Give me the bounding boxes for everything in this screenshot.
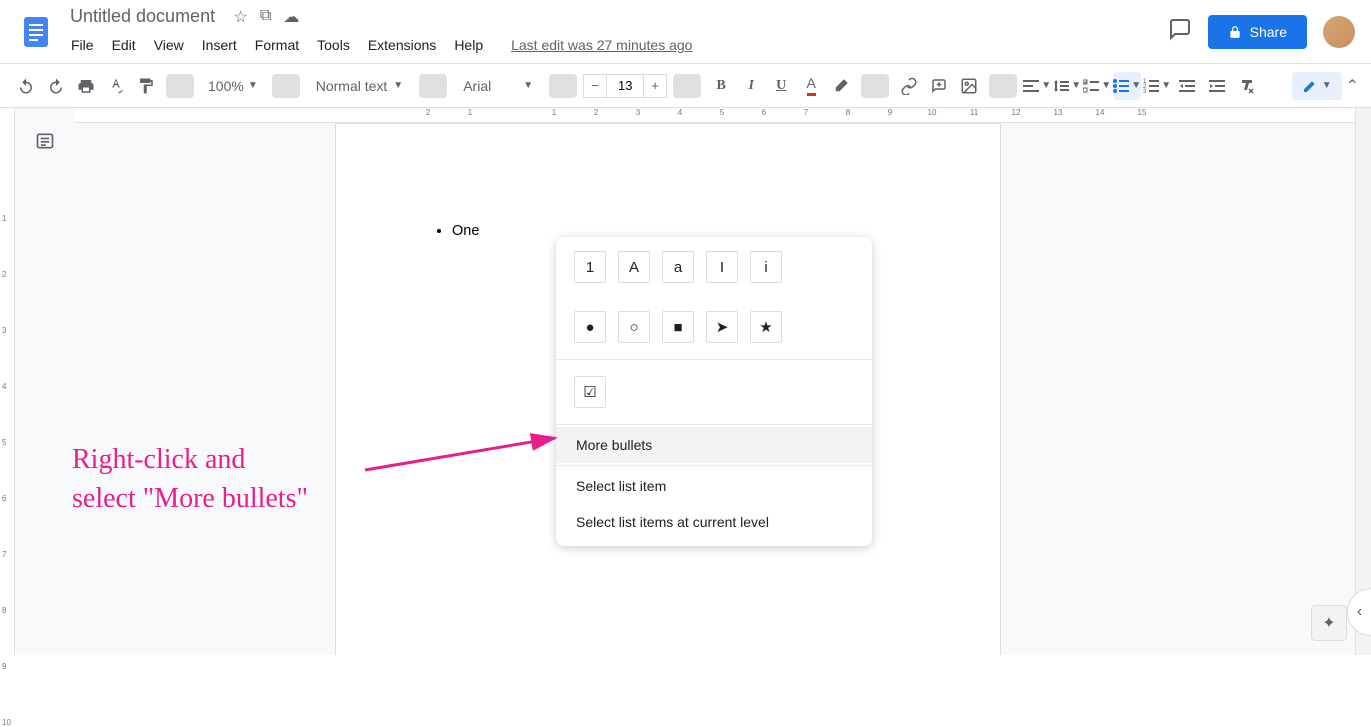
svg-text:3: 3 bbox=[1143, 89, 1147, 94]
bold-button[interactable]: B bbox=[707, 72, 735, 100]
collapse-toolbar-button[interactable]: ⌃ bbox=[1346, 76, 1359, 96]
checklist-button[interactable]: ▼ bbox=[1083, 72, 1111, 100]
undo-button[interactable] bbox=[12, 72, 40, 100]
star-icon[interactable]: ☆ bbox=[234, 7, 248, 27]
font-size-input[interactable] bbox=[607, 74, 643, 98]
menu-insert[interactable]: Insert bbox=[195, 33, 244, 57]
number-opt-i[interactable]: i bbox=[750, 251, 782, 283]
paragraph-style-select[interactable]: Normal text▼ bbox=[306, 72, 413, 100]
share-label: Share bbox=[1250, 24, 1287, 40]
header: Untitled document ☆ ⧉ ☁ File Edit View I… bbox=[0, 0, 1371, 64]
vertical-ruler: 12345678910 bbox=[0, 108, 15, 655]
explore-button[interactable]: ✦ bbox=[1311, 605, 1347, 641]
separator bbox=[556, 465, 872, 466]
separator bbox=[272, 74, 300, 98]
select-list-item[interactable]: Select list item bbox=[556, 468, 872, 504]
italic-button[interactable]: I bbox=[737, 72, 765, 100]
bullet-opt-square[interactable]: ■ bbox=[662, 311, 694, 343]
header-right: Share bbox=[1168, 15, 1355, 49]
insert-link-button[interactable] bbox=[895, 72, 923, 100]
menu-edit[interactable]: Edit bbox=[105, 33, 143, 57]
last-edit-link[interactable]: Last edit was 27 minutes ago bbox=[504, 33, 699, 57]
increase-indent-button[interactable] bbox=[1203, 72, 1231, 100]
cloud-status-icon[interactable]: ☁ bbox=[283, 7, 299, 27]
scrollbar[interactable] bbox=[1355, 108, 1371, 655]
menu-view[interactable]: View bbox=[147, 33, 191, 57]
redo-button[interactable] bbox=[42, 72, 70, 100]
font-family-select[interactable]: Arial▼ bbox=[453, 72, 543, 100]
bullet-style-row: ● ○ ■ ➤ ★ bbox=[556, 297, 872, 357]
bullet-context-menu: 1 A a I i ● ○ ■ ➤ ★ ☑ More bullets Selec… bbox=[556, 237, 872, 546]
number-opt-I[interactable]: I bbox=[706, 251, 738, 283]
font-size-increase[interactable]: + bbox=[643, 74, 667, 98]
avatar[interactable] bbox=[1323, 16, 1355, 48]
separator bbox=[556, 359, 872, 360]
left-gutter bbox=[15, 108, 75, 655]
add-comment-button[interactable] bbox=[925, 72, 953, 100]
clear-formatting-button[interactable] bbox=[1233, 72, 1261, 100]
separator bbox=[166, 74, 194, 98]
separator bbox=[549, 74, 577, 98]
share-button[interactable]: Share bbox=[1208, 15, 1307, 49]
separator bbox=[673, 74, 701, 98]
toolbar: 100%▼ Normal text▼ Arial▼ − + B I U A ▼ … bbox=[0, 64, 1371, 108]
docs-logo[interactable] bbox=[16, 12, 56, 52]
annotation-arrow-icon bbox=[355, 400, 575, 480]
bulleted-list-button[interactable]: ▼ bbox=[1113, 72, 1141, 100]
text-color-button[interactable]: A bbox=[797, 72, 825, 100]
horizontal-ruler: 21123456789101112131415 bbox=[75, 108, 1355, 123]
numbered-list-button[interactable]: 123▼ bbox=[1143, 72, 1171, 100]
decrease-indent-button[interactable] bbox=[1173, 72, 1201, 100]
outline-toggle-icon[interactable] bbox=[30, 126, 60, 156]
zoom-select[interactable]: 100%▼ bbox=[200, 72, 266, 100]
insert-image-button[interactable] bbox=[955, 72, 983, 100]
select-items-at-level[interactable]: Select list items at current level bbox=[556, 504, 872, 540]
menu-format[interactable]: Format bbox=[248, 33, 306, 57]
more-bullets-item[interactable]: More bullets bbox=[556, 427, 872, 463]
separator bbox=[989, 74, 1017, 98]
bullet-opt-disc[interactable]: ● bbox=[574, 311, 606, 343]
align-button[interactable]: ▼ bbox=[1023, 72, 1051, 100]
bullet-opt-circle[interactable]: ○ bbox=[618, 311, 650, 343]
print-button[interactable] bbox=[72, 72, 100, 100]
menu-tools[interactable]: Tools bbox=[310, 33, 357, 57]
separator bbox=[556, 424, 872, 425]
underline-button[interactable]: U bbox=[767, 72, 795, 100]
number-opt-A[interactable]: A bbox=[618, 251, 650, 283]
title-area: Untitled document ☆ ⧉ ☁ File Edit View I… bbox=[64, 6, 699, 58]
separator bbox=[419, 74, 447, 98]
separator bbox=[861, 74, 889, 98]
highlight-color-button[interactable] bbox=[827, 72, 855, 100]
menu-file[interactable]: File bbox=[64, 33, 101, 57]
number-opt-a[interactable]: a bbox=[662, 251, 694, 283]
bullet-opt-star[interactable]: ★ bbox=[750, 311, 782, 343]
bullet-opt-checkbox[interactable]: ☑ bbox=[574, 376, 606, 408]
menu-help[interactable]: Help bbox=[447, 33, 490, 57]
menu-bar: File Edit View Insert Format Tools Exten… bbox=[64, 33, 699, 57]
document-title[interactable]: Untitled document bbox=[64, 4, 221, 28]
number-opt-1[interactable]: 1 bbox=[574, 251, 606, 283]
number-style-row: 1 A a I i bbox=[556, 237, 872, 297]
bullet-opt-arrow[interactable]: ➤ bbox=[706, 311, 738, 343]
annotation-text: Right-click and select "More bullets" bbox=[72, 440, 308, 518]
checkbox-row: ☑ bbox=[556, 362, 872, 422]
line-spacing-button[interactable]: ▼ bbox=[1053, 72, 1081, 100]
editing-mode-button[interactable]: ▼ bbox=[1292, 72, 1342, 100]
paint-format-button[interactable] bbox=[132, 72, 160, 100]
spellcheck-button[interactable] bbox=[102, 72, 130, 100]
font-size-decrease[interactable]: − bbox=[583, 74, 607, 98]
menu-extensions[interactable]: Extensions bbox=[361, 33, 443, 57]
comments-icon[interactable] bbox=[1168, 17, 1192, 46]
move-icon[interactable]: ⧉ bbox=[260, 7, 271, 27]
font-size-control: − + bbox=[583, 72, 667, 100]
